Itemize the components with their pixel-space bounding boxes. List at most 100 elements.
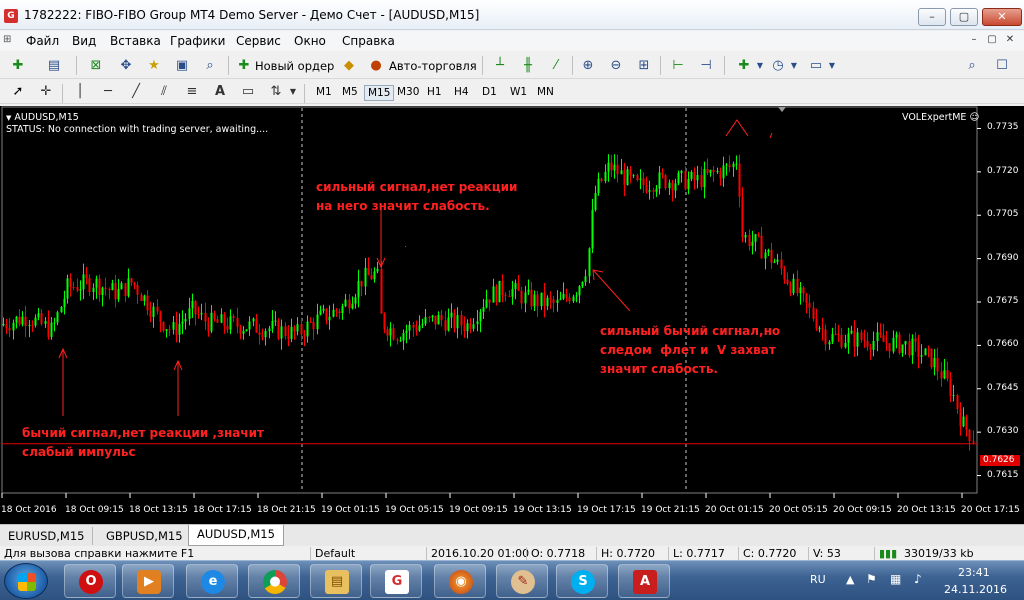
taskbar-explorer[interactable]: ▤ bbox=[310, 564, 362, 598]
taskbar-firefox[interactable]: ◉ bbox=[434, 564, 486, 598]
taskbar-chrome[interactable]: ● bbox=[248, 564, 300, 598]
candle-body bbox=[693, 172, 696, 181]
tray-flag-icon[interactable]: ⚑ bbox=[866, 572, 877, 586]
timeframe-m15[interactable]: M15 bbox=[364, 85, 395, 101]
minimize-button[interactable]: – bbox=[918, 8, 946, 26]
terminal-icon[interactable]: ▣ bbox=[172, 56, 192, 75]
tile-windows-icon[interactable]: ⊞ bbox=[634, 56, 654, 75]
timeframe-h4[interactable]: H4 bbox=[451, 85, 472, 99]
status-high: H: 0.7720 bbox=[596, 547, 655, 560]
navigator-icon[interactable]: ✥ bbox=[116, 56, 136, 75]
chevron-down-icon[interactable]: ▼ bbox=[784, 56, 804, 75]
candle-body bbox=[776, 259, 779, 262]
profiles-icon[interactable]: ▤ bbox=[44, 56, 64, 75]
status-profile[interactable]: Default bbox=[310, 547, 355, 560]
vertical-line-icon[interactable]: │ bbox=[70, 82, 90, 101]
zoom-in-icon[interactable]: ⊕ bbox=[578, 56, 598, 75]
timeframe-m1[interactable]: M1 bbox=[313, 85, 335, 99]
new-order-icon[interactable]: ✚ bbox=[234, 56, 254, 75]
autoscroll-icon[interactable]: ⊢ bbox=[668, 56, 688, 75]
tab-audusd[interactable]: AUDUSD,M15 bbox=[188, 525, 284, 546]
language-indicator[interactable]: RU bbox=[810, 573, 826, 586]
candle-body bbox=[856, 332, 859, 347]
taskbar-media-player[interactable]: ▶ bbox=[122, 564, 174, 598]
auto-trading-button[interactable]: Авто-торговля bbox=[389, 59, 477, 73]
volume-icon[interactable]: ♪ bbox=[914, 572, 922, 586]
trendline-icon[interactable]: ╱ bbox=[126, 82, 146, 101]
timeframe-m5[interactable]: M5 bbox=[339, 85, 361, 99]
candle-body bbox=[364, 267, 367, 287]
chart-shift-icon[interactable]: ⊣ bbox=[696, 56, 716, 75]
menu-insert[interactable]: Вставка bbox=[110, 34, 161, 48]
timeframe-mn[interactable]: MN bbox=[534, 85, 557, 99]
chevron-down-icon[interactable]: ▼ bbox=[283, 82, 303, 101]
price-chart[interactable]: ▼ AUDUSD,M15 STATUS: No connection with … bbox=[0, 106, 1024, 524]
network-icon[interactable]: ▦ bbox=[890, 572, 901, 586]
tray-chevron-icon[interactable]: ▲ bbox=[846, 573, 854, 586]
menu-charts[interactable]: Графики bbox=[170, 34, 225, 48]
taskbar-internet-explorer[interactable]: e bbox=[186, 564, 238, 598]
timeframe-d1[interactable]: D1 bbox=[479, 85, 500, 99]
taskbar-fibo-group[interactable]: G bbox=[370, 564, 422, 598]
candle-body bbox=[376, 268, 379, 272]
mdi-minimize-button[interactable]: – bbox=[967, 33, 981, 47]
candle-body bbox=[844, 342, 847, 348]
cursor-icon[interactable]: ➚ bbox=[8, 82, 28, 101]
timeframe-h1[interactable]: H1 bbox=[424, 85, 445, 99]
timeframe-m30[interactable]: M30 bbox=[394, 85, 422, 99]
chart-window-icon[interactable]: ⊞ bbox=[3, 34, 15, 48]
candlestick-chart-icon[interactable]: ╫ bbox=[518, 56, 538, 75]
chat-icon[interactable]: ☐ bbox=[992, 56, 1012, 75]
text-label-icon[interactable]: ▭ bbox=[238, 82, 258, 101]
zoom-out-icon[interactable]: ⊖ bbox=[606, 56, 626, 75]
start-button[interactable] bbox=[4, 563, 48, 599]
metaeditor-icon[interactable]: ◆ bbox=[339, 56, 359, 75]
taskbar-acrobat[interactable]: A bbox=[618, 564, 670, 598]
equidistant-channel-icon[interactable]: ⫽ bbox=[154, 82, 174, 101]
clock-date[interactable]: 24.11.2016 bbox=[944, 583, 1007, 596]
tab-eurusd[interactable]: EURUSD,M15 bbox=[0, 527, 94, 545]
chevron-down-icon[interactable]: ▼ bbox=[750, 56, 770, 75]
taskbar-opera[interactable]: O bbox=[64, 564, 116, 598]
connection-icon[interactable]: ▮▮▮ bbox=[874, 547, 897, 560]
new-order-button[interactable]: Новый ордер bbox=[255, 59, 334, 73]
taskbar-paint[interactable]: ✎ bbox=[496, 564, 548, 598]
explorer-folder-icon: ▤ bbox=[325, 570, 349, 594]
new-chart-icon[interactable]: ✚ bbox=[8, 56, 28, 75]
search-icon[interactable]: ⌕ bbox=[962, 56, 982, 75]
candle-body bbox=[504, 295, 507, 297]
menu-tools[interactable]: Сервис bbox=[236, 34, 281, 48]
menu-view[interactable]: Вид bbox=[72, 34, 96, 48]
candle-body bbox=[706, 169, 709, 173]
crosshair-icon[interactable]: ✛ bbox=[36, 82, 56, 101]
timeframe-w1[interactable]: W1 bbox=[507, 85, 530, 99]
fibonacci-icon[interactable]: ≡ bbox=[182, 82, 202, 101]
menu-file[interactable]: Файл bbox=[26, 34, 59, 48]
candle-body bbox=[21, 316, 24, 325]
data-window-icon[interactable]: ★ bbox=[144, 56, 164, 75]
candle-body bbox=[44, 321, 47, 324]
mdi-restore-button[interactable]: ▢ bbox=[985, 33, 999, 47]
chart-shift-marker[interactable] bbox=[778, 107, 786, 112]
line-studies-toolbar: ➚ ✛ │ ─ ╱ ⫽ ≡ A ▭ ⇅ ▼ M1 M5 M15 M30 H1 H… bbox=[0, 80, 1024, 104]
menu-window[interactable]: Окно bbox=[294, 34, 326, 48]
expert-smile-icon[interactable]: ☺ bbox=[969, 112, 979, 123]
strategy-tester-icon[interactable]: ⌕ bbox=[200, 56, 220, 75]
menu-help[interactable]: Справка bbox=[342, 34, 395, 48]
time-tick-label: 20 Oct 05:15 bbox=[769, 505, 828, 515]
clock-time[interactable]: 23:41 bbox=[958, 566, 990, 579]
auto-trading-icon[interactable]: ● bbox=[366, 56, 386, 75]
mdi-close-button[interactable]: ✕ bbox=[1003, 33, 1017, 47]
horizontal-line-icon[interactable]: ─ bbox=[98, 82, 118, 101]
taskbar-skype[interactable]: S bbox=[556, 564, 608, 598]
market-watch-icon[interactable]: ⊠ bbox=[86, 56, 106, 75]
close-button[interactable]: ✕ bbox=[982, 8, 1022, 26]
text-icon[interactable]: A bbox=[210, 82, 230, 101]
line-chart-icon[interactable]: ⁄ bbox=[546, 56, 566, 75]
maximize-button[interactable]: ▢ bbox=[950, 8, 978, 26]
bar-chart-icon[interactable]: ┴ bbox=[490, 56, 510, 75]
candle-body bbox=[485, 299, 488, 308]
chevron-down-icon[interactable]: ▼ bbox=[822, 56, 842, 75]
tab-gbpusd[interactable]: GBPUSD,M15 bbox=[98, 527, 192, 545]
candle-body bbox=[956, 395, 959, 410]
